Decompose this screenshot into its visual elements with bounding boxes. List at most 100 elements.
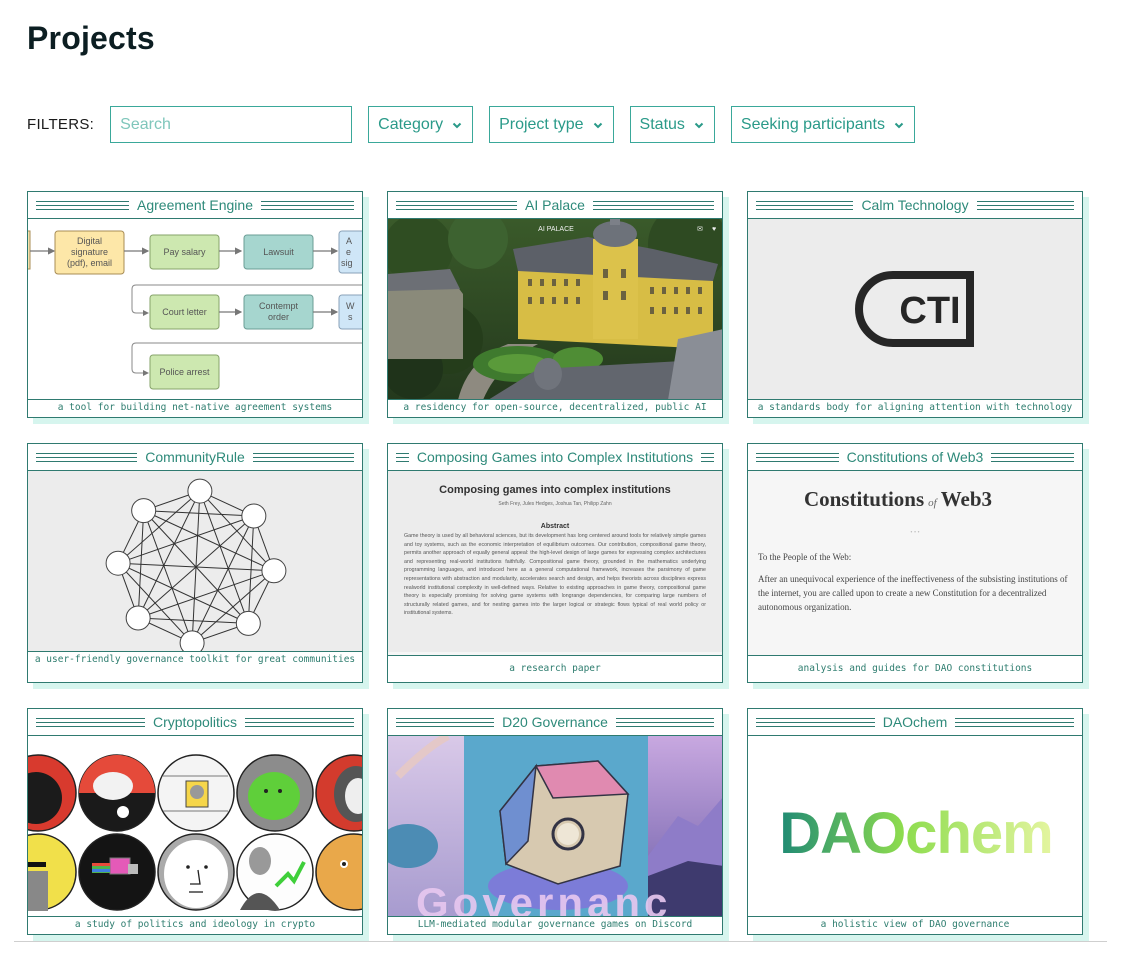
constitution-dots: • • • [910,530,920,536]
decorative-lines [615,717,715,727]
project-card-composing-games[interactable]: Composing Games into Complex Institution… [387,443,723,683]
project-card-calm-technology[interactable]: Calm Technology CTI a standards body for… [747,191,1083,418]
card-title: Composing Games into Complex Institution… [416,449,694,465]
card-description: LLM-mediated modular governance games on… [417,919,693,930]
category-dropdown[interactable]: Category [368,106,474,143]
badge-ghost [78,754,156,832]
decorative-lines [36,452,138,462]
decorative-lines [976,200,1075,210]
search-input[interactable] [110,106,353,143]
card-image-flowchart: Digital signature (pdf), email Pay salar… [28,219,362,400]
card-description: a study of politics and ideology in cryp… [74,919,316,930]
svg-text:s: s [348,312,353,322]
card-header: Composing Games into Complex Institution… [388,444,722,471]
filters-label: FILTERS: [27,116,95,133]
badge-trader [157,754,235,832]
card-header: CommunityRule [28,444,362,471]
card-header: DAOchem [748,709,1082,736]
decorative-lines [260,200,355,210]
project-card-d20-governance[interactable]: D20 Governance Governanc LLM-mediated mo… [387,708,723,935]
card-title: Cryptopolitics [152,714,238,730]
project-card-agreement-engine[interactable]: Agreement Engine Digital signature (pdf)… [27,191,363,418]
decorative-lines [396,452,409,462]
card-header: AI Palace [388,192,722,219]
svg-text:order: order [268,312,289,322]
category-dropdown-label: Category [378,115,444,133]
badge-cryptopunk [78,833,156,911]
cti-logo: CTI [748,219,1082,399]
paper-heading: Composing games into complex institution… [439,484,671,496]
seeking-participants-dropdown[interactable]: Seeking participants [730,106,915,143]
card-image-constitution-document: Constitutions of Web3 • • • To the Peopl… [748,471,1082,656]
card-title: Calm Technology [861,197,969,213]
card-image-d20-illustration: Governanc [388,736,722,917]
graph-node [179,630,205,651]
decorative-lines [396,717,495,727]
network-graph [28,471,362,651]
flow-node-contempt-order: Contempt [259,301,299,311]
decorative-lines [36,200,130,210]
paper-abstract: Game theory is used by all behavioral sc… [404,533,706,617]
card-description: analysis and guides for DAO constitution… [797,663,1033,674]
svg-text:signature: signature [71,247,108,257]
palace-overlay-text: AI PALACE [538,226,574,233]
decorative-lines [245,717,354,727]
project-card-communityrule[interactable]: CommunityRule a user-friendly governance… [27,443,363,683]
decorative-lines [252,452,355,462]
badge-techtrepreneur [236,833,314,911]
paper-abstract-title: Abstract [540,523,570,530]
card-image-paper: Composing games into complex institution… [388,471,722,656]
card-header: Constitutions of Web3 [748,444,1082,471]
decorative-lines [991,452,1074,462]
svg-text:sig: sig [341,258,353,268]
project-type-dropdown[interactable]: Project type [489,106,614,143]
flow-node-digital-signature: Digital [77,236,102,246]
card-description: a holistic view of DAO governance [820,919,1010,930]
svg-text:e: e [346,247,351,257]
flow-node-lawsuit: Lawsuit [263,247,294,257]
card-title: AI Palace [525,197,585,213]
page-divider [14,941,1107,942]
decorative-lines [756,452,839,462]
d20-overlay-text: Governanc [416,879,671,917]
palace-photo: AI PALACE ✉ ♥ [388,219,722,399]
graph-node [131,498,157,524]
d20-illustration: Governanc [388,736,722,917]
project-card-ai-palace[interactable]: AI Palace AI PALACE ✉ ♥ a residency for … [387,191,723,418]
daochem-logo: DAOchem [748,736,1082,916]
card-title: CommunityRule [145,449,245,465]
card-image-network-graph [28,471,362,652]
svg-text:W: W [346,301,355,311]
decorative-lines [955,717,1075,727]
card-header: Calm Technology [748,192,1082,219]
status-dropdown-label: Status [639,115,685,133]
mail-icon: ✉ [697,226,703,233]
card-description: a user-friendly governance toolkit for g… [34,654,356,665]
graph-node [187,478,213,504]
twitter-icon: ♥ [712,226,716,233]
decorative-lines [756,200,854,210]
card-title: D20 Governance [502,714,608,730]
project-card-daochem[interactable]: DAOchem DAOchem a holistic view of DAO g… [747,708,1083,935]
cti-logo-text: CTI [899,290,960,332]
project-card-cryptopolitics[interactable]: Cryptopolitics a study of politics and i… [27,708,363,935]
decorative-lines [36,717,145,727]
status-dropdown[interactable]: Status [629,106,715,143]
seeking-participants-dropdown-label: Seeking participants [740,115,885,133]
card-description: a research paper [509,663,601,674]
flowchart-diagram: Digital signature (pdf), email Pay salar… [28,219,362,399]
project-card-constitutions-of-web3[interactable]: Constitutions of Web3 Constitutions of W… [747,443,1083,683]
svg-text:A: A [346,236,352,246]
card-image-daochem-logo: DAOchem [748,736,1082,917]
constitution-body: After an unequivocal experience of the i… [758,574,1068,612]
decorative-lines [396,200,518,210]
constitution-salutation: To the People of the Web: [758,552,852,562]
constitution-heading: Constitutions of Web3 [803,487,993,511]
flow-node-pay-salary: Pay salary [163,247,206,257]
decorative-lines [756,717,875,727]
card-image-cti-logo: CTI [748,219,1082,400]
chevron-down-icon [894,122,904,128]
card-title: Constitutions of Web3 [846,449,984,465]
chevron-down-icon [452,122,462,128]
graph-node [105,550,131,576]
